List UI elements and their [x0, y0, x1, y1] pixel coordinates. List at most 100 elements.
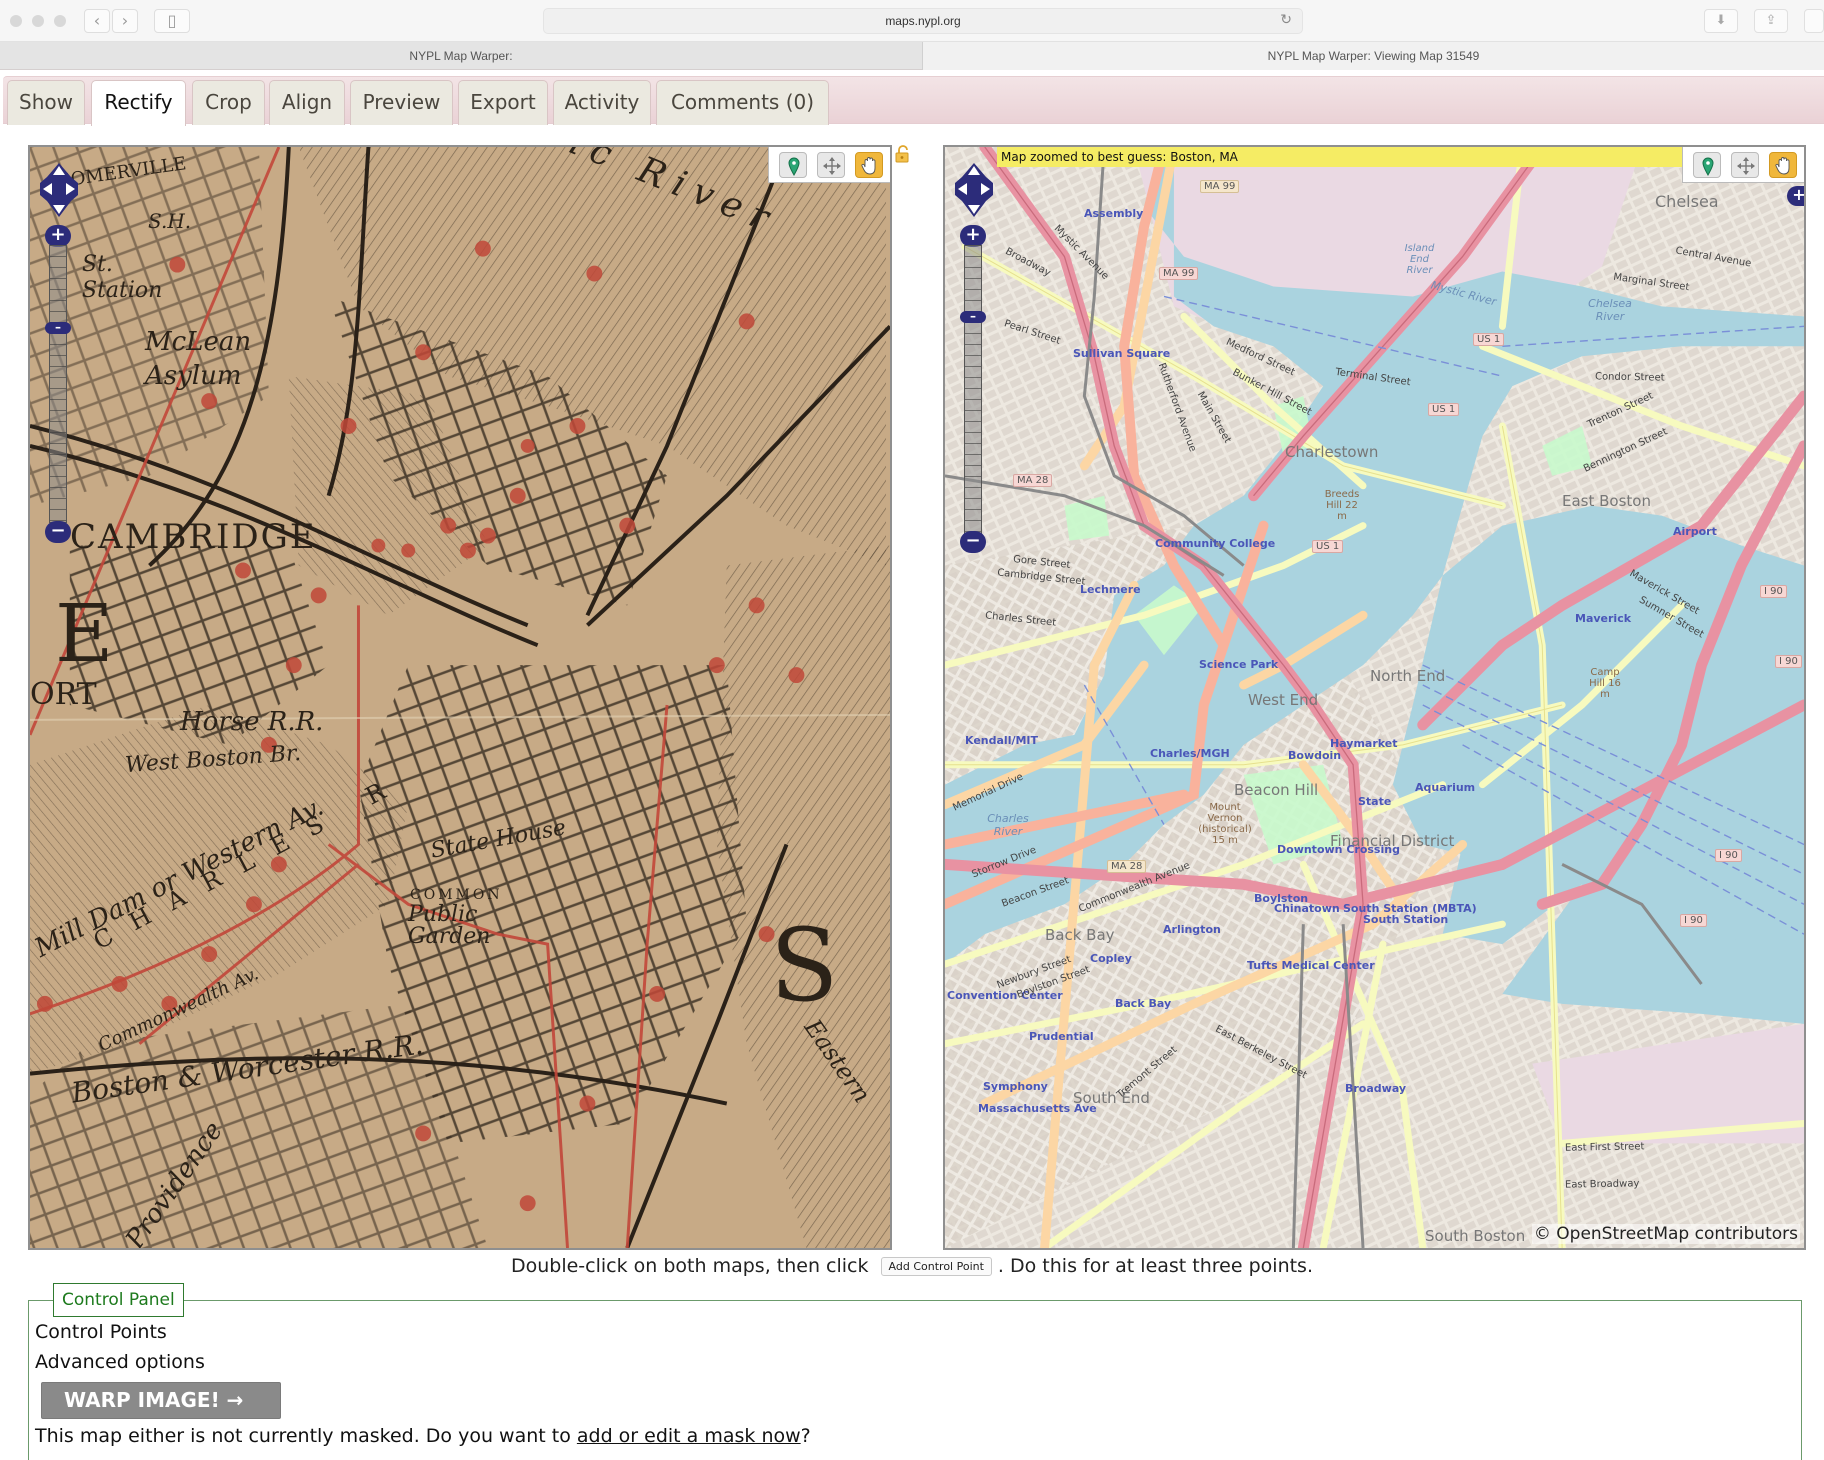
- zoom-track[interactable]: [49, 245, 67, 523]
- street-label: East Broadway: [1564, 1178, 1640, 1191]
- zoom-track[interactable]: [964, 245, 982, 535]
- minus-icon: −: [50, 520, 66, 541]
- map-pin-icon: [788, 157, 800, 177]
- pan-control[interactable]: [38, 161, 80, 219]
- tab-preview[interactable]: Preview: [350, 80, 453, 125]
- route-shield: MA 99: [1200, 180, 1240, 193]
- control-points-toggle[interactable]: Control Points: [35, 1321, 167, 1343]
- street-label: East First Street: [1564, 1141, 1645, 1154]
- browser-tab-title: NYPL Map Warper:: [409, 49, 513, 63]
- browser-tab[interactable]: NYPL Map Warper:: [0, 42, 922, 70]
- station-label: Lechmere: [1080, 583, 1141, 596]
- route-shield: MA 99: [1159, 267, 1199, 280]
- move-point-tool[interactable]: [817, 152, 845, 178]
- map-label: Horse R.R.: [180, 707, 324, 737]
- route-shield: I 90: [1775, 655, 1802, 668]
- tab-label: Rectify: [104, 90, 173, 114]
- sidebar-icon: ▯: [167, 11, 177, 30]
- station-label: Maverick: [1575, 612, 1632, 625]
- add-point-tool[interactable]: [779, 152, 807, 178]
- station-label: Community College: [1155, 537, 1276, 550]
- lock-open-icon[interactable]: [895, 145, 911, 163]
- station-label: State: [1358, 795, 1392, 808]
- osm-attribution: © OpenStreetMap contributors: [1531, 1224, 1800, 1244]
- place-label: West End: [1248, 691, 1319, 709]
- station-label: South Station: [1363, 913, 1449, 926]
- tab-label: Export: [470, 90, 536, 114]
- map-pin-icon: [1702, 157, 1714, 177]
- browser-tab-active[interactable]: NYPL Map Warper: Viewing Map 31549: [922, 42, 1824, 70]
- tab-align[interactable]: Align: [269, 80, 345, 125]
- zoom-in-button[interactable]: +: [960, 225, 986, 247]
- station-label: Chinatown: [1274, 902, 1340, 915]
- place-label: Chelsea: [1655, 192, 1719, 211]
- share-icon: ⇪: [1765, 13, 1777, 28]
- zoom-bar: + – −: [960, 225, 986, 555]
- mask-text: This map either is not currently masked.…: [35, 1425, 577, 1447]
- browser-tab-strip: NYPL Map Warper: NYPL Map Warper: Viewin…: [0, 42, 1824, 70]
- warp-image-button[interactable]: WARP IMAGE! →: [41, 1382, 281, 1419]
- zoom-in-button[interactable]: +: [45, 225, 71, 247]
- tab-show[interactable]: Show: [7, 80, 85, 125]
- instruction-text: Double-click on both maps, then click: [510, 1255, 869, 1277]
- address-bar[interactable]: maps.nypl.org ↻: [543, 8, 1303, 34]
- window-zoom-button[interactable]: [54, 15, 66, 27]
- back-button[interactable]: ‹: [84, 9, 110, 33]
- place-label: North End: [1370, 667, 1446, 685]
- instruction-text: . Do this for at least three points.: [997, 1255, 1313, 1277]
- mask-text: ?: [800, 1425, 811, 1447]
- move-arrows-icon: [1737, 157, 1755, 175]
- station-label: Symphony: [983, 1080, 1048, 1093]
- zoom-out-button[interactable]: −: [960, 531, 986, 553]
- tabs-overview-button[interactable]: [1804, 9, 1824, 33]
- pan-control[interactable]: [953, 161, 995, 219]
- pan-tool[interactable]: [855, 152, 883, 178]
- forward-button[interactable]: ›: [112, 9, 138, 33]
- station-label: Downtown Crossing: [1277, 843, 1400, 856]
- map-label: McLean Asylum: [145, 327, 252, 391]
- tab-export[interactable]: Export: [458, 80, 548, 125]
- tab-comments[interactable]: Comments (0): [656, 80, 829, 125]
- zoom-slider-handle[interactable]: –: [45, 321, 71, 334]
- map-label: St. Station: [82, 252, 163, 303]
- zoom-slider-handle[interactable]: –: [960, 310, 986, 323]
- peak-label: Camp Hill 16 m: [1589, 667, 1621, 700]
- tab-rectify[interactable]: Rectify: [91, 80, 186, 126]
- tab-crop[interactable]: Crop: [192, 80, 265, 125]
- station-label: Science Park: [1199, 658, 1279, 671]
- browser-toolbar: ‹ › ▯ maps.nypl.org ↻ ⬇ ⇪: [0, 0, 1824, 42]
- zoom-bar: + – −: [45, 225, 71, 545]
- add-control-point-button[interactable]: Add Control Point: [880, 1257, 992, 1276]
- sidebar-toggle-button[interactable]: ▯: [154, 9, 190, 33]
- browser-tab-title: NYPL Map Warper: Viewing Map 31549: [1267, 49, 1480, 63]
- move-arrows-icon: [823, 157, 841, 175]
- map-label: ORT: [30, 677, 97, 712]
- station-label: Back Bay: [1115, 997, 1172, 1010]
- reload-icon[interactable]: ↻: [1280, 12, 1292, 28]
- pan-tool[interactable]: [1769, 152, 1797, 178]
- tab-activity[interactable]: Activity: [553, 80, 651, 125]
- station-label: Charles/MGH: [1150, 747, 1230, 760]
- notice-text: Map zoomed to best guess: Boston, MA: [1001, 150, 1238, 164]
- peak-label: Breeds Hill 22 m: [1324, 489, 1360, 522]
- map-tool-panel: [768, 147, 890, 183]
- reference-map[interactable]: Chelsea Charlestown East Boston North En…: [943, 145, 1806, 1250]
- street-label: Condor Street: [1594, 371, 1665, 384]
- zoom-out-button[interactable]: −: [45, 521, 71, 543]
- add-point-tool[interactable]: [1693, 152, 1721, 178]
- route-shield: MA 28: [1107, 860, 1147, 873]
- move-point-tool[interactable]: [1731, 152, 1759, 178]
- layer-switcher-button[interactable]: +: [1787, 186, 1804, 206]
- place-label: Charlestown: [1285, 443, 1379, 461]
- window-minimize-button[interactable]: [32, 15, 44, 27]
- place-label: Back Bay: [1045, 926, 1115, 944]
- route-shield: I 90: [1715, 849, 1742, 862]
- share-button[interactable]: ⇪: [1754, 9, 1788, 33]
- map-label: S.H.: [148, 209, 192, 233]
- window-close-button[interactable]: [10, 15, 22, 27]
- unrectified-map[interactable]: SOMERVILLE S.H. St. Station McLean Asylu…: [28, 145, 892, 1250]
- add-mask-link[interactable]: add or edit a mask now: [577, 1425, 801, 1447]
- downloads-button[interactable]: ⬇: [1704, 9, 1738, 33]
- advanced-options-toggle[interactable]: Advanced options: [35, 1351, 205, 1373]
- map-label: S: [770, 907, 839, 1024]
